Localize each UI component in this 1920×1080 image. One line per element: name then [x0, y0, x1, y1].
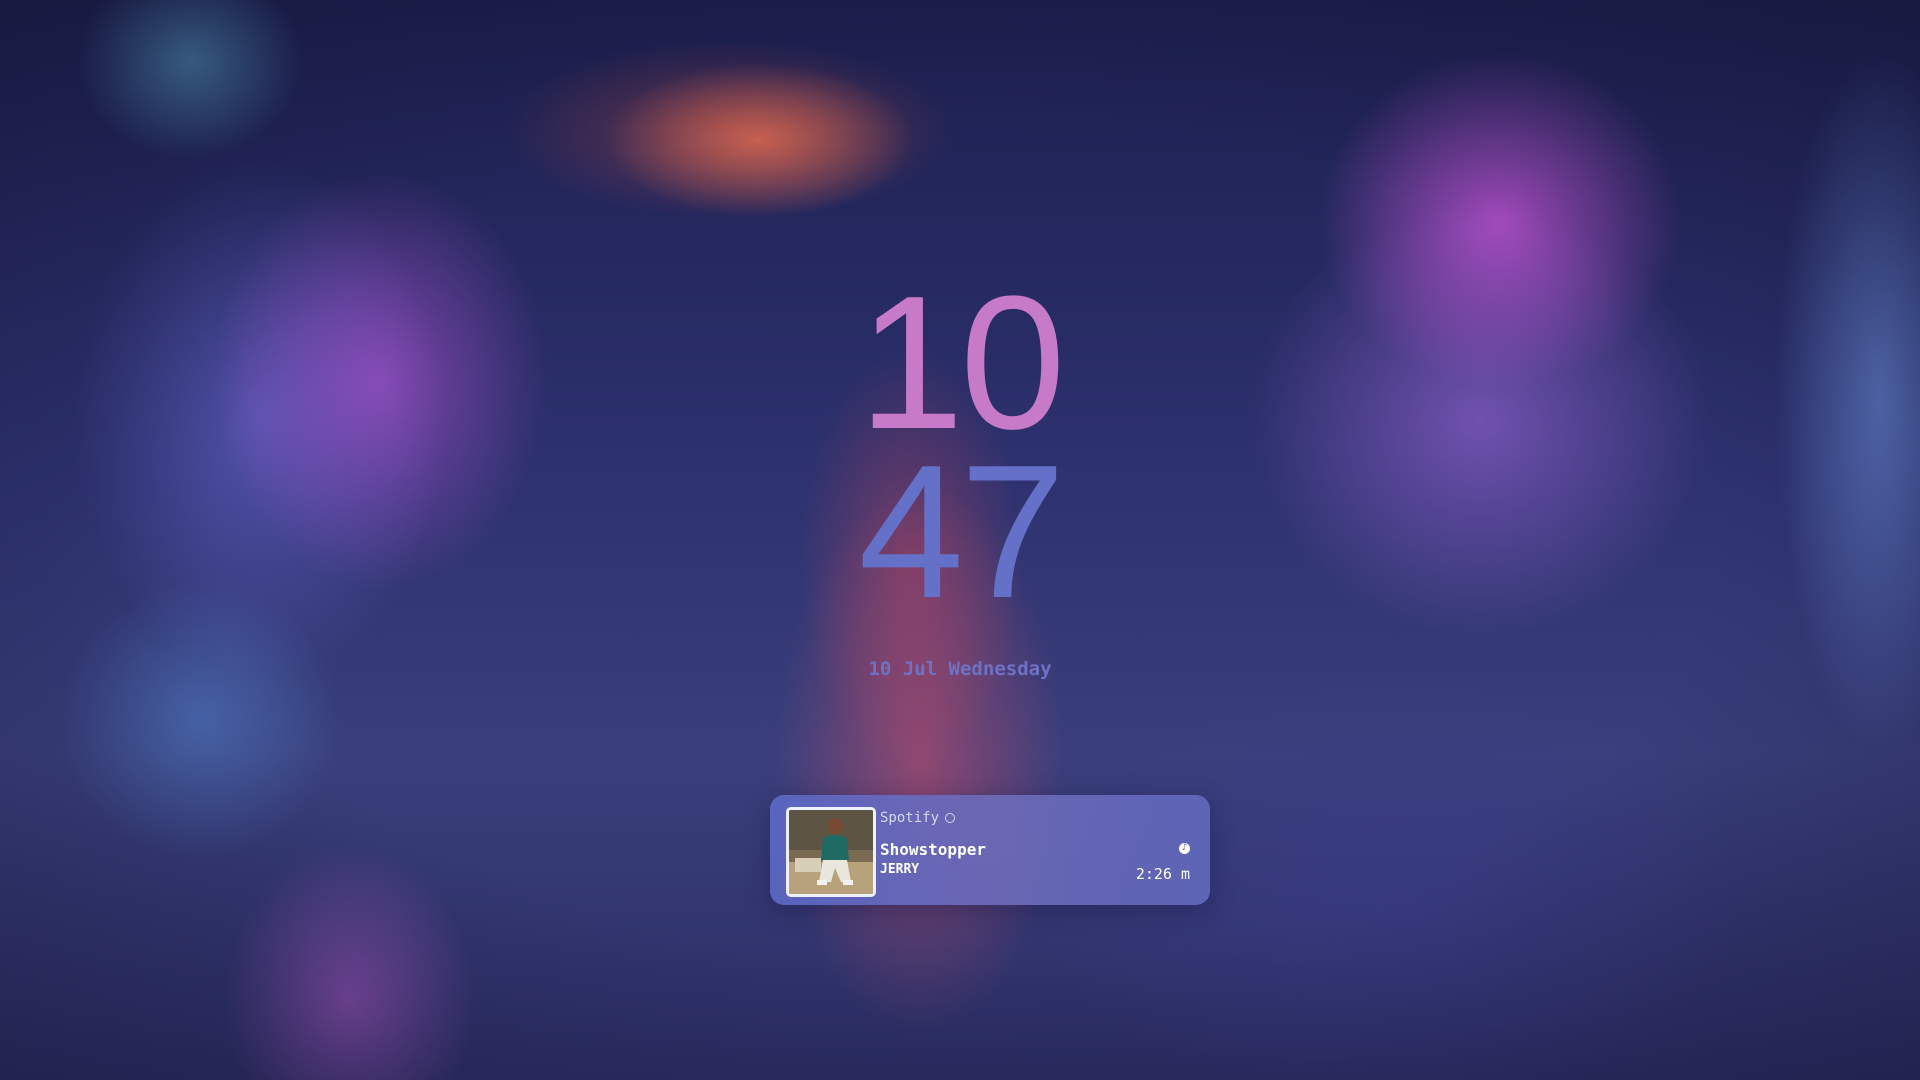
track-duration: 2:26 m [1135, 865, 1190, 883]
player-app-row: Spotify [880, 810, 956, 826]
app-name: Spotify [880, 810, 940, 826]
media-player-widget[interactable]: Spotify Showstopper JERRY ♪ 2:26 m [770, 795, 1210, 905]
clock-hours: 10 [858, 257, 1065, 469]
music-note-icon: ♪ [1179, 843, 1190, 854]
date-label: 10 Jul Wednesday [868, 658, 1052, 680]
lock-screen: 10 47 10 Jul Wednesday Spotify Showstopp… [0, 0, 1920, 1080]
clock-minutes: 47 [858, 426, 1065, 638]
spotify-icon [945, 813, 956, 823]
track-title: Showstopper [880, 840, 986, 859]
track-artist: JERRY [880, 862, 920, 877]
album-art [786, 807, 876, 897]
